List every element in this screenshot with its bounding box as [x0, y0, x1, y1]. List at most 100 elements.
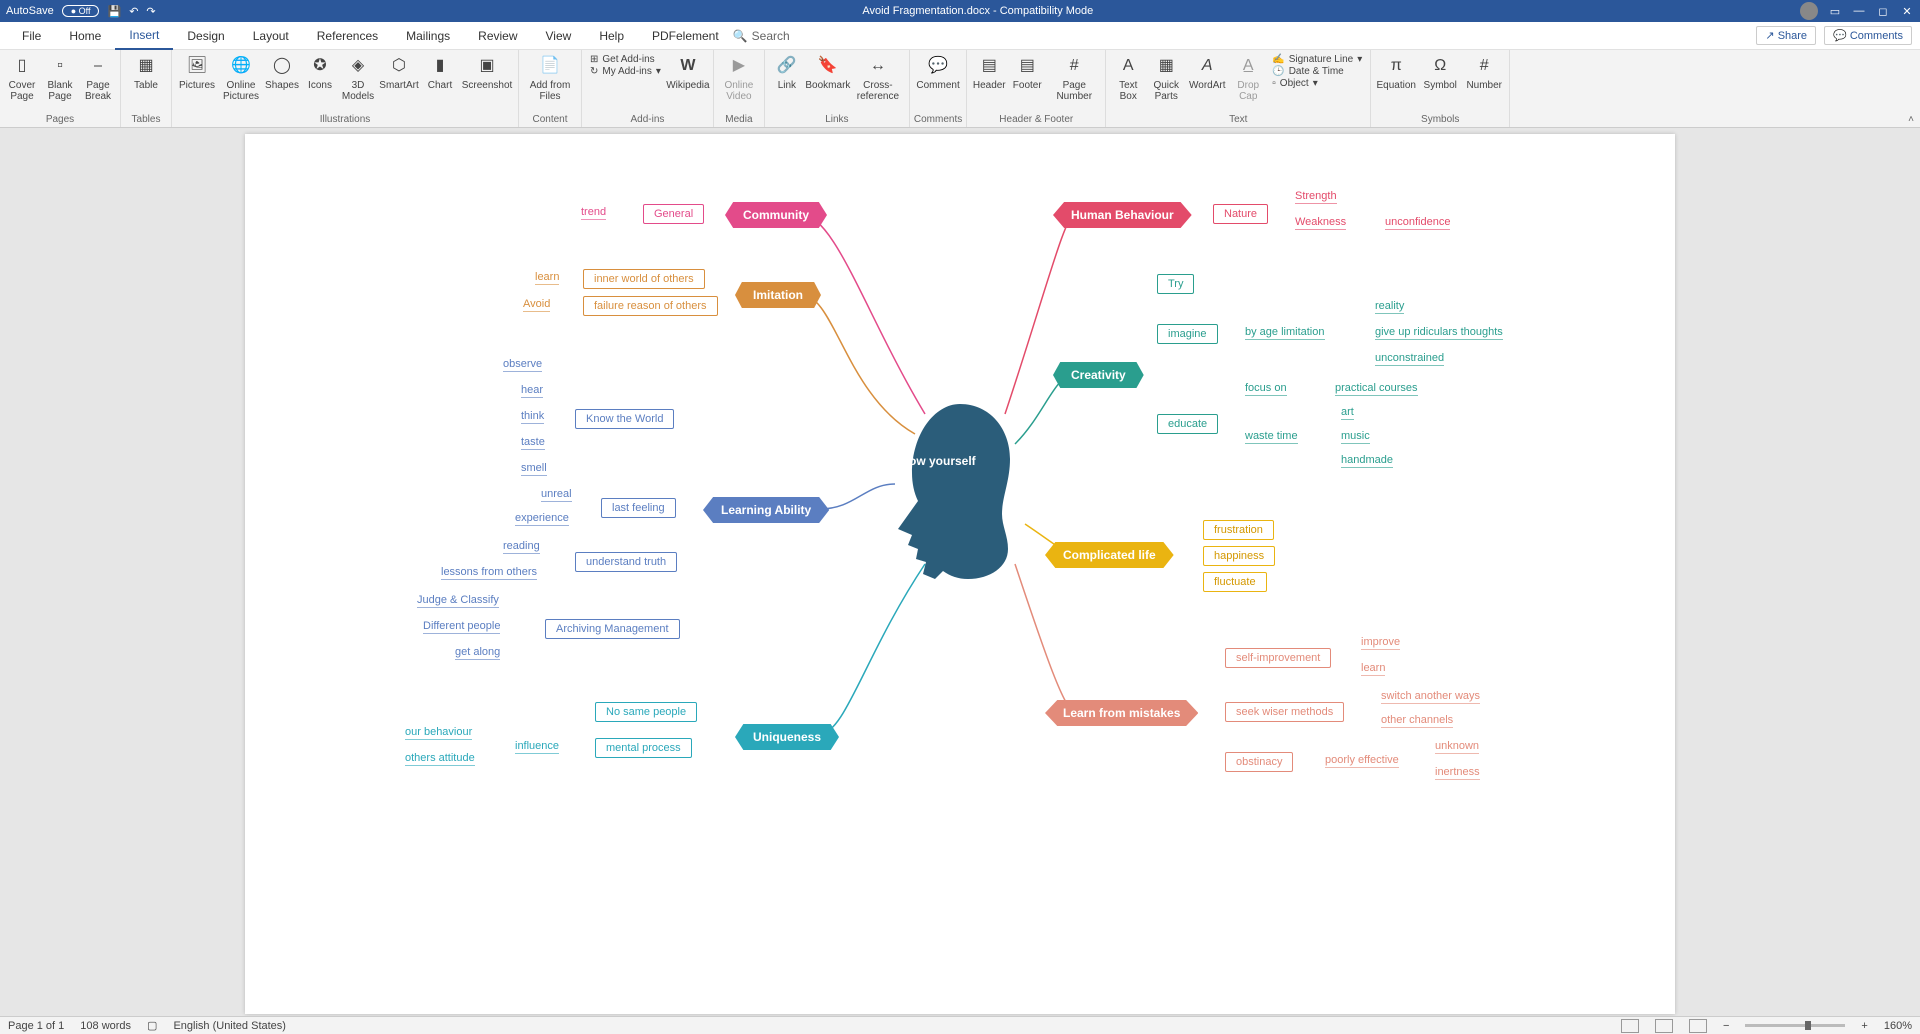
- chart-button[interactable]: ▮Chart: [422, 52, 458, 93]
- page-break-button[interactable]: ⎯Page Break: [80, 52, 116, 104]
- tab-pdfelement[interactable]: PDFelement: [638, 23, 733, 49]
- page-number-button[interactable]: #Page Number: [1047, 52, 1101, 104]
- comment-button[interactable]: 💬Comment: [917, 52, 959, 93]
- node-know-world: Know the World: [575, 409, 674, 429]
- node-fluctuate: fluctuate: [1203, 572, 1267, 592]
- header-button[interactable]: ▤Header: [971, 52, 1007, 93]
- node-reality: reality: [1375, 300, 1404, 312]
- document-canvas[interactable]: Know yourself Community General trend Im…: [0, 128, 1920, 1016]
- equation-button[interactable]: πEquation: [1375, 52, 1417, 93]
- node-think: think: [521, 410, 544, 422]
- status-bar: Page 1 of 1 108 words ▢ English (United …: [0, 1016, 1920, 1034]
- node-obstinacy: obstinacy: [1225, 752, 1293, 772]
- my-addins-button[interactable]: ↻ My Add-ins ▾: [590, 66, 661, 77]
- online-video-button[interactable]: ▶Online Video: [718, 52, 760, 104]
- node-unconfidence: unconfidence: [1385, 216, 1450, 228]
- tab-help[interactable]: Help: [585, 23, 638, 49]
- zoom-in-button[interactable]: +: [1861, 1020, 1867, 1032]
- node-lessons: lessons from others: [441, 566, 537, 578]
- get-addins-button[interactable]: ⊞ Get Add-ins: [590, 54, 655, 65]
- node-failure: failure reason of others: [583, 296, 718, 316]
- node-weakness: Weakness: [1295, 216, 1346, 228]
- tab-view[interactable]: View: [532, 23, 586, 49]
- zoom-slider[interactable]: [1745, 1024, 1845, 1027]
- tab-home[interactable]: Home: [55, 23, 115, 49]
- node-educate: educate: [1157, 414, 1218, 434]
- node-reading: reading: [503, 540, 540, 552]
- comments-button[interactable]: 💬 Comments: [1824, 26, 1912, 45]
- search-box[interactable]: 🔍 Search: [733, 29, 790, 43]
- maximize-icon[interactable]: ◻: [1876, 5, 1890, 18]
- tab-references[interactable]: References: [303, 23, 392, 49]
- tab-layout[interactable]: Layout: [239, 23, 303, 49]
- cover-page-button[interactable]: ▯Cover Page: [4, 52, 40, 104]
- node-poorly: poorly effective: [1325, 754, 1399, 766]
- blank-page-button[interactable]: ▫Blank Page: [42, 52, 78, 104]
- signature-line-button[interactable]: ✍ Signature Line ▾: [1272, 54, 1362, 65]
- document-page[interactable]: Know yourself Community General trend Im…: [245, 134, 1675, 1014]
- number-button[interactable]: #Number: [1463, 52, 1505, 93]
- share-button[interactable]: ↗ Share: [1756, 26, 1816, 45]
- tab-mailings[interactable]: Mailings: [392, 23, 464, 49]
- screenshot-button[interactable]: ▣Screenshot: [460, 52, 514, 93]
- wikipedia-button[interactable]: WWikipedia: [667, 52, 709, 93]
- status-page[interactable]: Page 1 of 1: [8, 1020, 64, 1032]
- dropcap-button[interactable]: A̲Drop Cap: [1230, 52, 1266, 104]
- wordart-button[interactable]: AWordArt: [1186, 52, 1228, 93]
- view-print-layout-icon[interactable]: [1655, 1019, 1673, 1033]
- status-language[interactable]: English (United States): [173, 1020, 286, 1032]
- node-try: Try: [1157, 274, 1194, 294]
- undo-icon[interactable]: ↶: [129, 5, 138, 18]
- node-complicated: Complicated life: [1045, 542, 1174, 568]
- link-button[interactable]: 🔗Link: [769, 52, 805, 93]
- view-read-mode-icon[interactable]: [1621, 1019, 1639, 1033]
- textbox-button[interactable]: AText Box: [1110, 52, 1146, 104]
- node-waste: waste time: [1245, 430, 1298, 442]
- ribbon-display-icon[interactable]: ▭: [1828, 5, 1842, 18]
- footer-button[interactable]: ▤Footer: [1009, 52, 1045, 93]
- collapse-ribbon-icon[interactable]: ˄: [1908, 114, 1914, 125]
- tab-review[interactable]: Review: [464, 23, 531, 49]
- node-giveup: give up ridiculars thoughts: [1375, 326, 1503, 338]
- tab-design[interactable]: Design: [173, 23, 238, 49]
- smartart-button[interactable]: ⬡SmartArt: [378, 52, 420, 93]
- bookmark-button[interactable]: 🔖Bookmark: [807, 52, 849, 93]
- node-improve: improve: [1361, 636, 1400, 648]
- object-button[interactable]: ▫ Object ▾: [1272, 78, 1317, 89]
- crossref-button[interactable]: ↔Cross-reference: [851, 52, 905, 104]
- shapes-button[interactable]: ◯Shapes: [264, 52, 300, 93]
- redo-icon[interactable]: ↷: [146, 5, 155, 18]
- save-icon[interactable]: 💾: [107, 5, 121, 18]
- node-observe: observe: [503, 358, 542, 370]
- spellcheck-icon[interactable]: ▢: [147, 1019, 157, 1032]
- tab-insert[interactable]: Insert: [115, 22, 173, 50]
- icons-button[interactable]: ✪Icons: [302, 52, 338, 93]
- tab-file[interactable]: File: [8, 23, 55, 49]
- add-from-files-button[interactable]: 📄Add from Files: [523, 52, 577, 104]
- center-label: Know yourself: [893, 454, 976, 468]
- online-pictures-button[interactable]: 🌐Online Pictures: [220, 52, 262, 104]
- node-imagine: imagine: [1157, 324, 1218, 344]
- 3d-models-button[interactable]: ◈3D Models: [340, 52, 376, 104]
- node-inner: inner world of others: [583, 269, 705, 289]
- node-channels: other channels: [1381, 714, 1453, 726]
- symbol-button[interactable]: ΩSymbol: [1419, 52, 1461, 93]
- pictures-button[interactable]: 🖼Pictures: [176, 52, 218, 93]
- user-avatar-icon[interactable]: [1800, 2, 1818, 20]
- table-button[interactable]: ▦Table: [125, 52, 167, 93]
- close-icon[interactable]: ✕: [1900, 5, 1914, 18]
- zoom-level[interactable]: 160%: [1884, 1020, 1912, 1032]
- view-web-layout-icon[interactable]: [1689, 1019, 1707, 1033]
- status-words[interactable]: 108 words: [80, 1020, 131, 1032]
- zoom-out-button[interactable]: −: [1723, 1020, 1729, 1032]
- node-mental: mental process: [595, 738, 692, 758]
- node-avoid: Avoid: [523, 298, 550, 310]
- quickparts-button[interactable]: ▦Quick Parts: [1148, 52, 1184, 104]
- autosave-toggle[interactable]: ● Off: [62, 5, 100, 17]
- minimize-icon[interactable]: —: [1852, 5, 1866, 17]
- title-bar: AutoSave ● Off 💾 ↶ ↷ Avoid Fragmentation…: [0, 0, 1920, 22]
- node-frustration: frustration: [1203, 520, 1274, 540]
- node-selfimprove: self-improvement: [1225, 648, 1331, 668]
- date-time-button[interactable]: 🕒 Date & Time: [1272, 66, 1343, 77]
- center-head-icon: [865, 394, 1025, 584]
